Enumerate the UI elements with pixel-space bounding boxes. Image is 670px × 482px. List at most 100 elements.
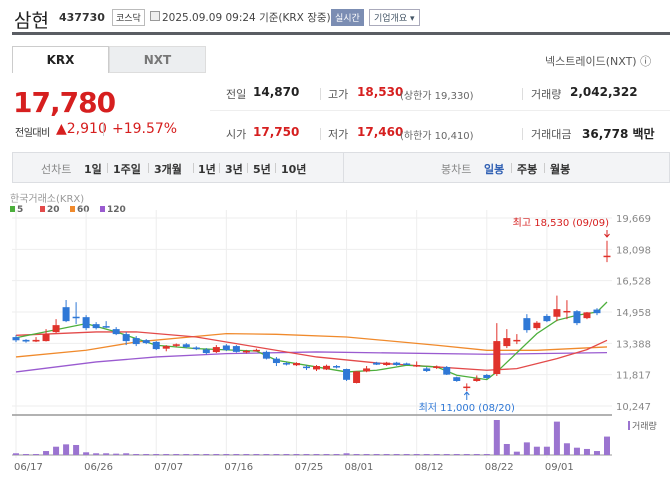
x-tick-label: 08/22 [485,462,514,473]
volume-bar [253,454,260,455]
period-1w[interactable]: 1주일 [113,161,141,177]
period-daily[interactable]: 일봉 [484,161,504,177]
amount-label: 거래대금 [531,128,572,141]
candle-body [403,363,411,365]
volume-bar [503,443,510,455]
candle-body [82,317,90,329]
candle-body [292,363,300,366]
period-3y[interactable]: 3년 [225,161,243,177]
change-label: 전일대비 [15,128,50,139]
candle-body [493,341,501,375]
stock-header: 삼현 437730 코스닥 2025.09.09 09:24 기준(KRX 장중… [12,0,670,35]
volume-bar [213,454,220,455]
legend-swatch [70,206,75,212]
volume-bar [433,454,440,455]
divider [320,88,321,100]
volume-bar [604,436,610,455]
candle-body [32,339,40,342]
basis-text: 기준(KRX 장중) [259,12,331,24]
period-1d[interactable]: 1일 [84,161,102,177]
period-weekly[interactable]: 주봉 [517,161,537,177]
volume-bar [63,444,70,455]
price-chart[interactable]: 한국거래소(KRX) 5 20 60 120 19,669 18,098 16,528 14… [0,190,670,482]
low-label: 저가 [328,128,349,141]
high-value: 18,530 [357,85,404,99]
volume-bar [463,454,470,455]
volume-bar [423,454,430,455]
candle-body [393,362,401,366]
x-tick-label: 07/25 [294,462,323,473]
x-tick-label: 07/07 [154,462,183,473]
y-tick-label: 19,669 [616,214,651,225]
volume-bar [283,454,290,455]
candle-body [373,362,381,365]
company-overview-dropdown[interactable]: 기업개요 ▾ [369,9,420,26]
x-tick-label: 08/01 [345,462,374,473]
volume-bar [293,454,300,455]
period-3m[interactable]: 3개월 [154,161,182,177]
candle-body [222,345,230,351]
candle-chart-label: 봉차트 [441,163,472,176]
candle-body [523,318,531,331]
volume-bar [523,442,530,455]
volume-bar [413,454,420,455]
y-tick-label: 16,528 [616,277,651,288]
volume-bars [13,420,610,455]
candle-body [242,350,250,353]
volume-value: 2,042,322 [570,85,638,99]
volume-bar [563,443,570,455]
divider [275,163,276,173]
period-5y[interactable]: 5년 [253,161,271,177]
legend-swatch [40,206,45,212]
y-tick-label: 14,958 [616,308,651,319]
volume-bar [73,444,80,455]
divider [247,163,248,173]
volume-bar [93,453,100,455]
divider [320,128,321,140]
low-annotation: 최저 11,000 (08/20) [419,402,515,414]
candle-body [483,375,491,379]
volume-bar [303,454,310,455]
volume-bar [33,454,40,455]
divider [193,163,194,173]
candle-body [282,363,290,365]
nxt-info-link[interactable]: 넥스트레이드(NXT) ⓘ [545,53,651,69]
volume-bar [443,454,450,455]
chart-toolbar: 선차트 1일 1주일 3개월 1년 3년 5년 10년 봉차트 일봉 주봉 월봉 [12,152,670,183]
candle-body [583,312,591,319]
volume-bar [203,454,210,455]
volume-bar [483,454,490,455]
volume-bar [133,454,140,455]
period-1y[interactable]: 1년 [198,161,216,177]
volume-bar [263,454,270,455]
y-tick-label: 18,098 [616,245,651,256]
volume-bar [103,453,110,455]
candle-body [433,366,441,369]
volume-bar [273,454,280,455]
tab-krx[interactable]: KRX [12,46,109,73]
y-tick-label: 11,817 [616,371,651,382]
period-10y[interactable]: 10년 [281,161,306,177]
volume-bar [313,454,320,455]
candle-body [383,362,391,366]
volume-bar [183,454,190,455]
legend-label: 60 [77,205,90,215]
candle-body [202,349,210,354]
candle-body [262,351,270,359]
volume-bar [473,454,480,455]
divider [511,163,512,173]
tab-nxt[interactable]: NXT [109,46,206,73]
change-value: ▲2,910 [56,121,107,137]
legend-label: 5 [17,205,23,215]
period-monthly[interactable]: 월봉 [550,161,570,177]
realtime-button[interactable]: 실시간 [331,9,364,26]
candle-body [182,344,190,348]
volume-legend-label: 거래량 [632,420,657,432]
timestamp: 2025.09.09 09:24 기준(KRX 장중) [162,10,331,25]
volume-bar [83,452,90,455]
candle-body [423,368,431,372]
volume-bar [163,454,170,455]
volume-bar [323,454,330,455]
candle-body [52,325,60,333]
divider [210,110,670,111]
